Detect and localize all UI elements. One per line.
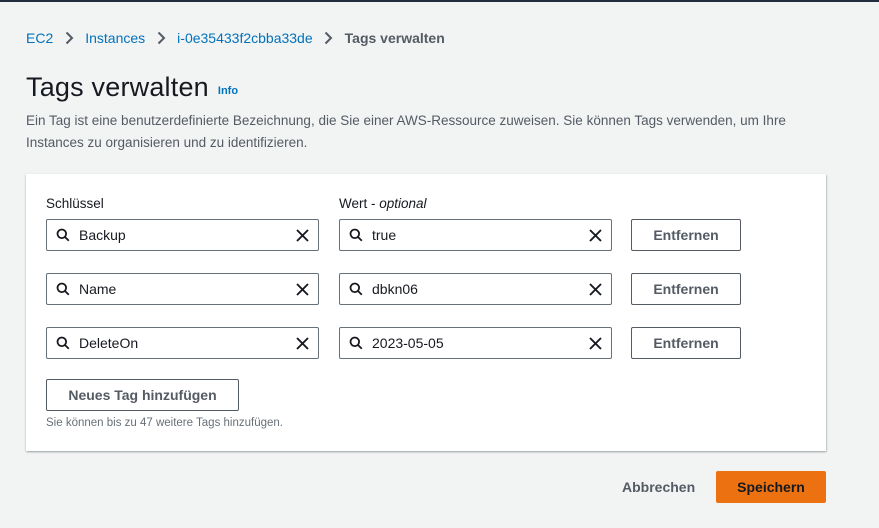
- add-tag-button[interactable]: Neues Tag hinzufügen: [46, 379, 239, 411]
- clear-icon[interactable]: [579, 274, 611, 304]
- chevron-right-icon: [151, 31, 171, 45]
- page-title: Tags verwalten: [26, 72, 209, 102]
- search-icon: [340, 328, 372, 358]
- clear-icon[interactable]: [286, 220, 318, 250]
- value-column-label: Wert - optional: [339, 196, 427, 211]
- search-icon: [47, 328, 79, 358]
- cancel-button[interactable]: Abbrechen: [622, 479, 695, 495]
- tag-value-input[interactable]: [372, 281, 579, 297]
- info-link[interactable]: Info: [218, 85, 238, 97]
- search-icon: [340, 274, 372, 304]
- tags-panel: Schlüssel Wert - optional Entfernen: [26, 174, 826, 451]
- tag-key-input[interactable]: [79, 227, 286, 243]
- clear-icon[interactable]: [579, 220, 611, 250]
- remove-tag-button[interactable]: Entfernen: [631, 273, 741, 305]
- tag-key-field[interactable]: [46, 327, 319, 359]
- top-navigation-bar: [0, 0, 879, 2]
- tags-remaining-hint: Sie können bis zu 47 weitere Tags hinzuf…: [46, 417, 283, 429]
- remove-tag-button[interactable]: Entfernen: [631, 219, 741, 251]
- breadcrumb-instances[interactable]: Instances: [85, 30, 145, 46]
- search-icon: [47, 220, 79, 250]
- tag-value-input[interactable]: [372, 227, 579, 243]
- top-nav-segment: [0, 0, 655, 2]
- top-nav-segment-right: [655, 0, 879, 2]
- tag-key-field[interactable]: [46, 273, 319, 305]
- tag-value-input[interactable]: [372, 335, 579, 351]
- tag-value-field[interactable]: [339, 219, 612, 251]
- clear-icon[interactable]: [579, 328, 611, 358]
- tag-key-input[interactable]: [79, 335, 286, 351]
- save-button[interactable]: Speichern: [716, 471, 826, 503]
- tag-key-input[interactable]: [79, 281, 286, 297]
- breadcrumb-current: Tags verwalten: [344, 30, 445, 46]
- value-label-optional: optional: [379, 196, 427, 211]
- remove-tag-button[interactable]: Entfernen: [631, 327, 741, 359]
- value-label-text: Wert -: [339, 196, 380, 211]
- breadcrumb-ec2[interactable]: EC2: [26, 30, 53, 46]
- chevron-right-icon: [59, 31, 79, 45]
- search-icon: [340, 220, 372, 250]
- page-header: Tags verwalten Info: [26, 72, 238, 103]
- tag-value-field[interactable]: [339, 327, 612, 359]
- breadcrumb: EC2 Instances i-0e35433f2cbba33de Tags v…: [26, 30, 445, 46]
- key-column-label: Schlüssel: [46, 196, 104, 211]
- tag-key-field[interactable]: [46, 219, 319, 251]
- chevron-right-icon: [319, 31, 339, 45]
- clear-icon[interactable]: [286, 328, 318, 358]
- search-icon: [47, 274, 79, 304]
- tag-value-field[interactable]: [339, 273, 612, 305]
- breadcrumb-instance-id[interactable]: i-0e35433f2cbba33de: [177, 30, 312, 46]
- clear-icon[interactable]: [286, 274, 318, 304]
- page-description: Ein Tag ist eine benutzerdefinierte Beze…: [26, 113, 786, 150]
